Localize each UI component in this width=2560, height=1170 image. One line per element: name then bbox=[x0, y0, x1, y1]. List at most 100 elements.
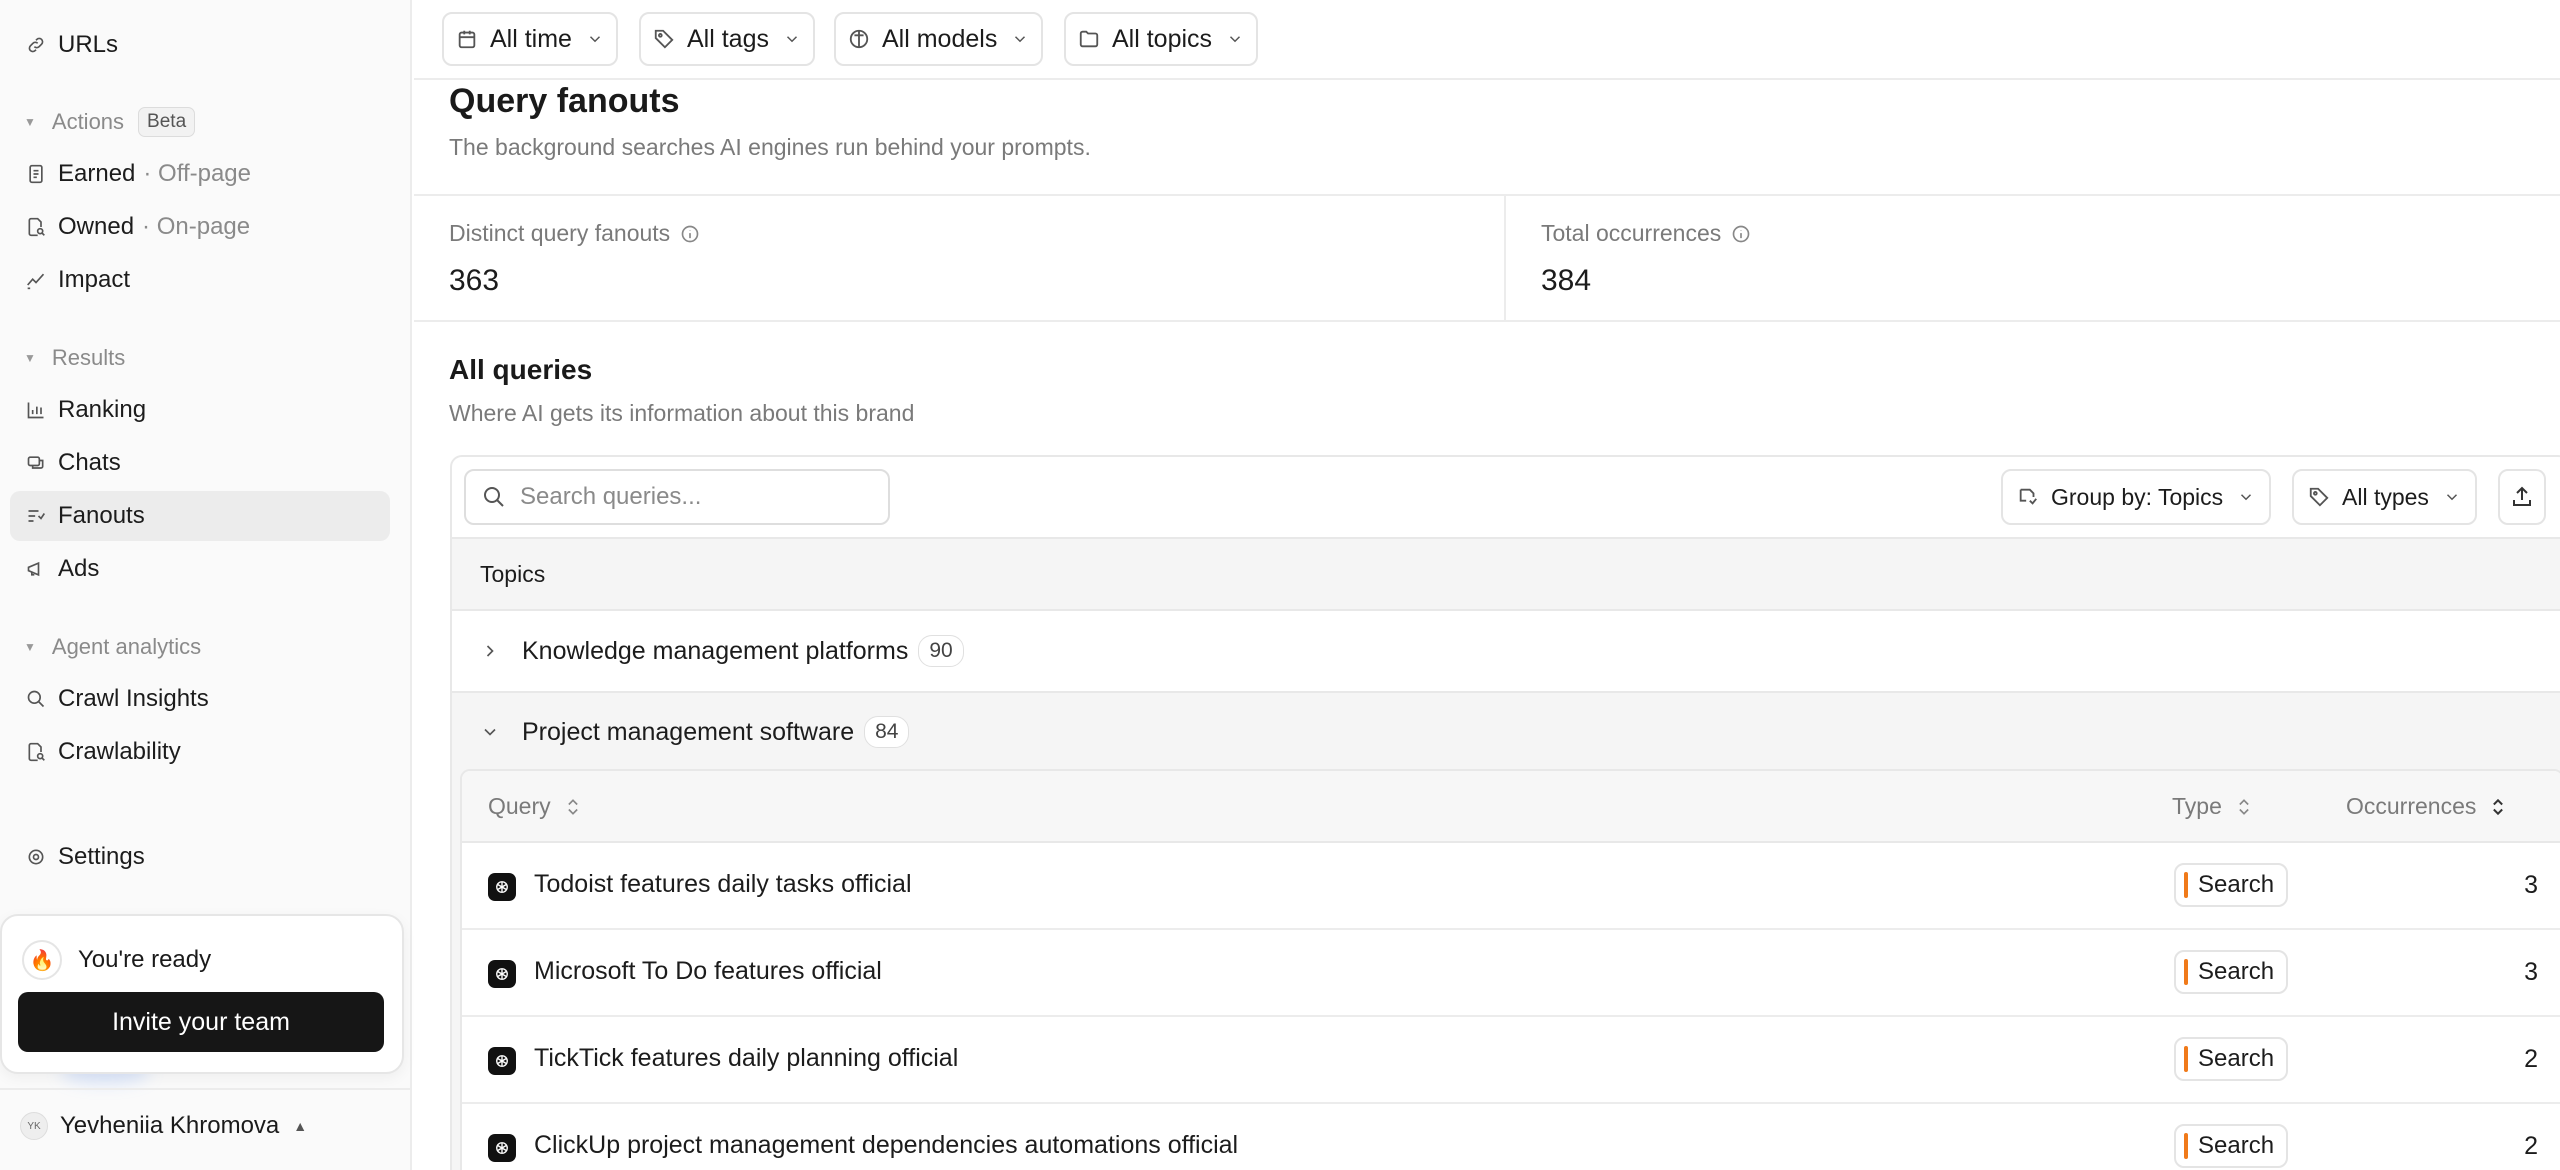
sidebar-item-fanouts[interactable]: Fanouts bbox=[10, 491, 390, 541]
type-color-bar bbox=[2184, 872, 2188, 898]
sidebar-item-crawlability[interactable]: Crawlability bbox=[10, 727, 390, 777]
section-actions[interactable]: ▼ Actions Beta bbox=[24, 102, 196, 142]
tag-icon bbox=[653, 28, 675, 50]
page-subtitle: The background searches AI engines run b… bbox=[449, 134, 1091, 160]
chevron-down-icon bbox=[783, 30, 801, 48]
sidebar-item-settings[interactable]: Settings bbox=[10, 832, 390, 882]
openai-icon bbox=[488, 960, 516, 988]
user-menu[interactable]: YK Yevheniia Khromova ▲ bbox=[20, 1112, 307, 1140]
time-filter-button[interactable]: All time bbox=[442, 12, 618, 66]
megaphone-icon bbox=[24, 557, 48, 581]
caret-down-icon: ▼ bbox=[24, 640, 36, 654]
gear-icon bbox=[24, 845, 48, 869]
query-text: Todoist features daily tasks official bbox=[534, 870, 912, 898]
chevron-down-icon bbox=[2237, 488, 2255, 506]
type-label: Search bbox=[2198, 871, 2275, 898]
export-button[interactable] bbox=[2498, 469, 2546, 525]
query-table-header: Query Type Occurrences bbox=[462, 771, 2560, 843]
topic-group-row[interactable]: Project management software 84 bbox=[452, 691, 2560, 771]
table-row[interactable]: Todoist features daily tasks official Se… bbox=[462, 843, 2560, 930]
type-label: Search bbox=[2198, 1045, 2275, 1072]
sidebar-item-sublabel: · On-page bbox=[142, 213, 251, 240]
search-field[interactable] bbox=[464, 469, 890, 525]
table-row[interactable]: Microsoft To Do features official Search… bbox=[462, 930, 2560, 1017]
table-row[interactable]: TickTick features daily planning officia… bbox=[462, 1017, 2560, 1104]
info-icon[interactable] bbox=[680, 224, 700, 244]
table-row[interactable]: ClickUp project management dependencies … bbox=[462, 1104, 2560, 1170]
queries-panel: Group by: Topics All types Topics Kno bbox=[450, 455, 2560, 1170]
calendar-icon bbox=[456, 28, 478, 50]
fire-icon: 🔥 bbox=[22, 940, 62, 980]
chevron-down-icon bbox=[586, 30, 604, 48]
column-label: Occurrences bbox=[2346, 793, 2477, 819]
caret-down-icon: ▼ bbox=[24, 115, 36, 129]
type-badge: Search bbox=[2174, 1037, 2289, 1081]
section-agent-analytics[interactable]: ▼ Agent analytics bbox=[24, 627, 201, 667]
avatar: YK bbox=[20, 1112, 48, 1140]
stats-row: Distinct query fanouts 363 Total occurre… bbox=[414, 194, 2560, 322]
user-name: Yevheniia Khromova bbox=[60, 1112, 280, 1139]
folder-icon bbox=[1078, 28, 1100, 50]
link-icon bbox=[24, 33, 48, 57]
topic-name: Project management software bbox=[522, 717, 855, 746]
search-icon bbox=[24, 687, 48, 711]
chevron-down-icon bbox=[480, 722, 502, 742]
section-label: Results bbox=[51, 345, 126, 370]
page-title: Query fanouts bbox=[449, 82, 680, 120]
ready-row: 🔥 You're ready bbox=[22, 940, 211, 980]
group-by-label: Group by: Topics bbox=[2051, 483, 2224, 510]
topic-group-row[interactable]: Knowledge management platforms 90 bbox=[452, 611, 2560, 691]
column-type[interactable]: Type bbox=[2172, 793, 2252, 820]
types-label: All types bbox=[2342, 483, 2429, 510]
section-title: All queries bbox=[449, 354, 593, 385]
tags-filter-button[interactable]: All tags bbox=[639, 12, 815, 66]
search-input[interactable] bbox=[520, 483, 870, 511]
section-label: Agent analytics bbox=[51, 634, 202, 659]
chat-bubbles-icon bbox=[24, 451, 48, 475]
caret-up-icon: ▲ bbox=[293, 1118, 308, 1134]
column-occurrences[interactable]: Occurrences bbox=[2346, 793, 2506, 820]
sidebar-item-urls[interactable]: URLs bbox=[10, 20, 390, 70]
sidebar-item-earned[interactable]: Earned · Off-page bbox=[10, 149, 390, 199]
sidebar-item-owned[interactable]: Owned · On-page bbox=[10, 202, 390, 252]
all-types-button[interactable]: All types bbox=[2292, 469, 2477, 525]
type-color-bar bbox=[2184, 1133, 2188, 1159]
filter-label: All topics bbox=[1112, 24, 1213, 53]
stat-value: 363 bbox=[449, 264, 500, 297]
sidebar-item-label: Settings bbox=[58, 843, 145, 870]
sidebar-item-label: Earned bbox=[58, 160, 136, 187]
group-by-button[interactable]: Group by: Topics bbox=[2001, 469, 2272, 525]
upload-icon bbox=[2510, 485, 2534, 509]
occurrences-value: 2 bbox=[2524, 1045, 2538, 1073]
topic-name: Knowledge management platforms bbox=[522, 636, 909, 665]
chevron-down-icon bbox=[1011, 30, 1029, 48]
tag-icon bbox=[2308, 486, 2330, 508]
trend-icon bbox=[24, 268, 48, 292]
topics-header: Topics bbox=[452, 537, 2560, 611]
sidebar-item-sublabel: · Off-page bbox=[143, 160, 252, 187]
stat-distinct-fanouts: Distinct query fanouts 363 bbox=[414, 196, 1504, 322]
onboarding-card: 🔥 You're ready Invite your team bbox=[0, 914, 404, 1074]
sidebar: URLs ▼ Actions Beta Earned · Off-page Ow… bbox=[0, 0, 412, 1170]
occurrences-value: 3 bbox=[2524, 871, 2538, 899]
models-filter-button[interactable]: All models bbox=[834, 12, 1044, 66]
group-icon bbox=[2017, 486, 2039, 508]
section-label: Actions bbox=[51, 109, 125, 134]
chevron-down-icon bbox=[2443, 488, 2461, 506]
section-subtitle: Where AI gets its information about this… bbox=[449, 400, 915, 426]
sidebar-item-chats[interactable]: Chats bbox=[10, 438, 390, 488]
section-results[interactable]: ▼ Results bbox=[24, 338, 125, 378]
invite-team-button[interactable]: Invite your team bbox=[18, 992, 384, 1052]
sidebar-item-impact[interactable]: Impact bbox=[10, 255, 390, 305]
sidebar-item-label: Crawlability bbox=[58, 738, 181, 765]
sidebar-item-ads[interactable]: Ads bbox=[10, 544, 390, 594]
sidebar-item-crawl-insights[interactable]: Crawl Insights bbox=[10, 674, 390, 724]
sidebar-item-label: URLs bbox=[58, 31, 119, 58]
sidebar-item-label: Crawl Insights bbox=[58, 685, 209, 712]
column-query[interactable]: Query bbox=[488, 793, 581, 820]
sidebar-item-ranking[interactable]: Ranking bbox=[10, 385, 390, 435]
column-label: Type bbox=[2172, 793, 2222, 819]
info-icon[interactable] bbox=[1731, 224, 1751, 244]
query-text: ClickUp project management dependencies … bbox=[534, 1131, 1239, 1159]
topics-filter-button[interactable]: All topics bbox=[1064, 12, 1259, 66]
